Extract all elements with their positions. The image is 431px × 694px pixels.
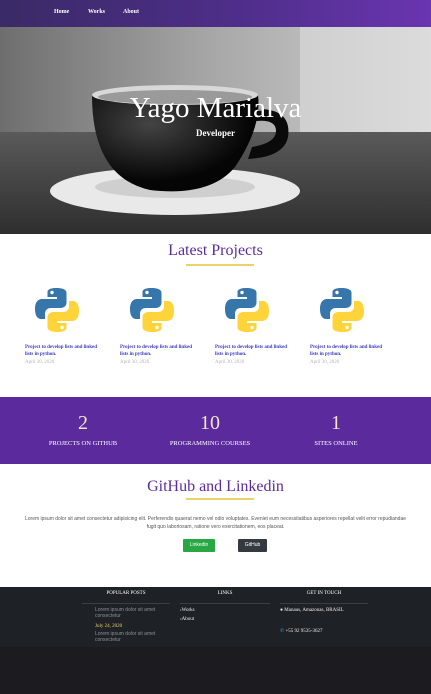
footer-link-label[interactable]: About xyxy=(182,617,195,622)
project-date: April 30, 2020 xyxy=(120,360,150,365)
footer-divider xyxy=(180,603,270,604)
latest-projects-section: Latest Projects Project to develop lists… xyxy=(0,234,431,397)
nav-link-home[interactable]: Home xyxy=(54,9,69,15)
stats-band: 2 PROJECTS ON GITHUB 10 PROGRAMMING COUR… xyxy=(0,397,431,464)
project-title[interactable]: Project to develop lists and linked list… xyxy=(25,345,105,358)
footer-post-link[interactable]: Lorem ipsum dolor sit amet consectetur xyxy=(95,631,170,643)
nav-link-about[interactable]: About xyxy=(123,9,139,15)
stat-label: PROJECTS ON GITHUB xyxy=(48,440,118,447)
python-logo-icon xyxy=(130,288,174,332)
stat-value: 10 xyxy=(200,412,220,434)
footer-divider xyxy=(82,603,170,604)
footer-link-about[interactable]: ›About xyxy=(180,617,194,622)
github-linkedin-section: GitHub and Linkedin Lorem ipsum dolor si… xyxy=(0,464,431,587)
project-date: April 30, 2020 xyxy=(310,360,340,365)
footer-post-link[interactable]: Lorem ipsum dolor sit amet consectetur xyxy=(95,607,170,619)
project-date: April 30, 2020 xyxy=(215,360,245,365)
footer-title-links: LINKS xyxy=(217,591,233,596)
hero-title: Yago Marialva xyxy=(129,92,302,124)
title-divider xyxy=(186,498,254,500)
phone-text: +55 92 9535-3627 xyxy=(285,629,323,634)
nav-link-works[interactable]: Works xyxy=(88,9,105,15)
project-title[interactable]: Project to develop lists and linked list… xyxy=(215,345,295,358)
address-text: Manaus, Amazonas, BRASIL xyxy=(284,608,344,613)
footer-phone: ✆ +55 92 9535-3627 xyxy=(280,628,322,634)
stat-label: PROGRAMMING COURSES xyxy=(169,440,251,447)
map-marker-icon: ● xyxy=(280,608,284,613)
section-title-projects: Latest Projects xyxy=(168,242,263,259)
footer-link-works[interactable]: ›Works xyxy=(180,608,195,613)
stat-value: 2 xyxy=(78,412,88,434)
footer-title-popular-posts: POPULAR POSTS xyxy=(106,591,146,596)
footer-divider xyxy=(280,603,368,604)
phone-icon: ✆ xyxy=(280,629,285,634)
footer-address: ● Manaus, Amazonas, BRASIL xyxy=(280,608,344,613)
github-button[interactable]: GitHub xyxy=(238,539,267,552)
footer-title-contact: GET IN TOUCH xyxy=(306,591,342,596)
page-bottom-area xyxy=(0,647,431,694)
python-logo-icon xyxy=(35,288,79,332)
footer-link-label[interactable]: Works xyxy=(182,608,195,613)
footer: POPULAR POSTS Lorem ipsum dolor sit amet… xyxy=(0,587,431,647)
hero-banner: Yago Marialva Developer xyxy=(0,27,431,234)
stat-value: 1 xyxy=(331,412,341,434)
project-date: April 30, 2020 xyxy=(25,360,55,365)
section-description: Lorem ipsum dolor sit amet consectetur a… xyxy=(24,516,407,530)
python-logo-icon xyxy=(320,288,364,332)
python-logo-icon xyxy=(225,288,269,332)
linkedin-button[interactable]: Linkedin xyxy=(183,539,215,552)
project-title[interactable]: Project to develop lists and linked list… xyxy=(120,345,200,358)
title-divider xyxy=(186,264,254,266)
project-title[interactable]: Project to develop lists and linked list… xyxy=(310,345,390,358)
section-title-social: GitHub and Linkedin xyxy=(147,478,284,495)
footer-post-date: July 24, 2020 xyxy=(95,624,123,629)
top-navbar: Home Works About xyxy=(0,0,431,27)
hero-subtitle: Developer xyxy=(196,128,235,138)
stat-label: SITES ONLINE xyxy=(314,440,358,447)
